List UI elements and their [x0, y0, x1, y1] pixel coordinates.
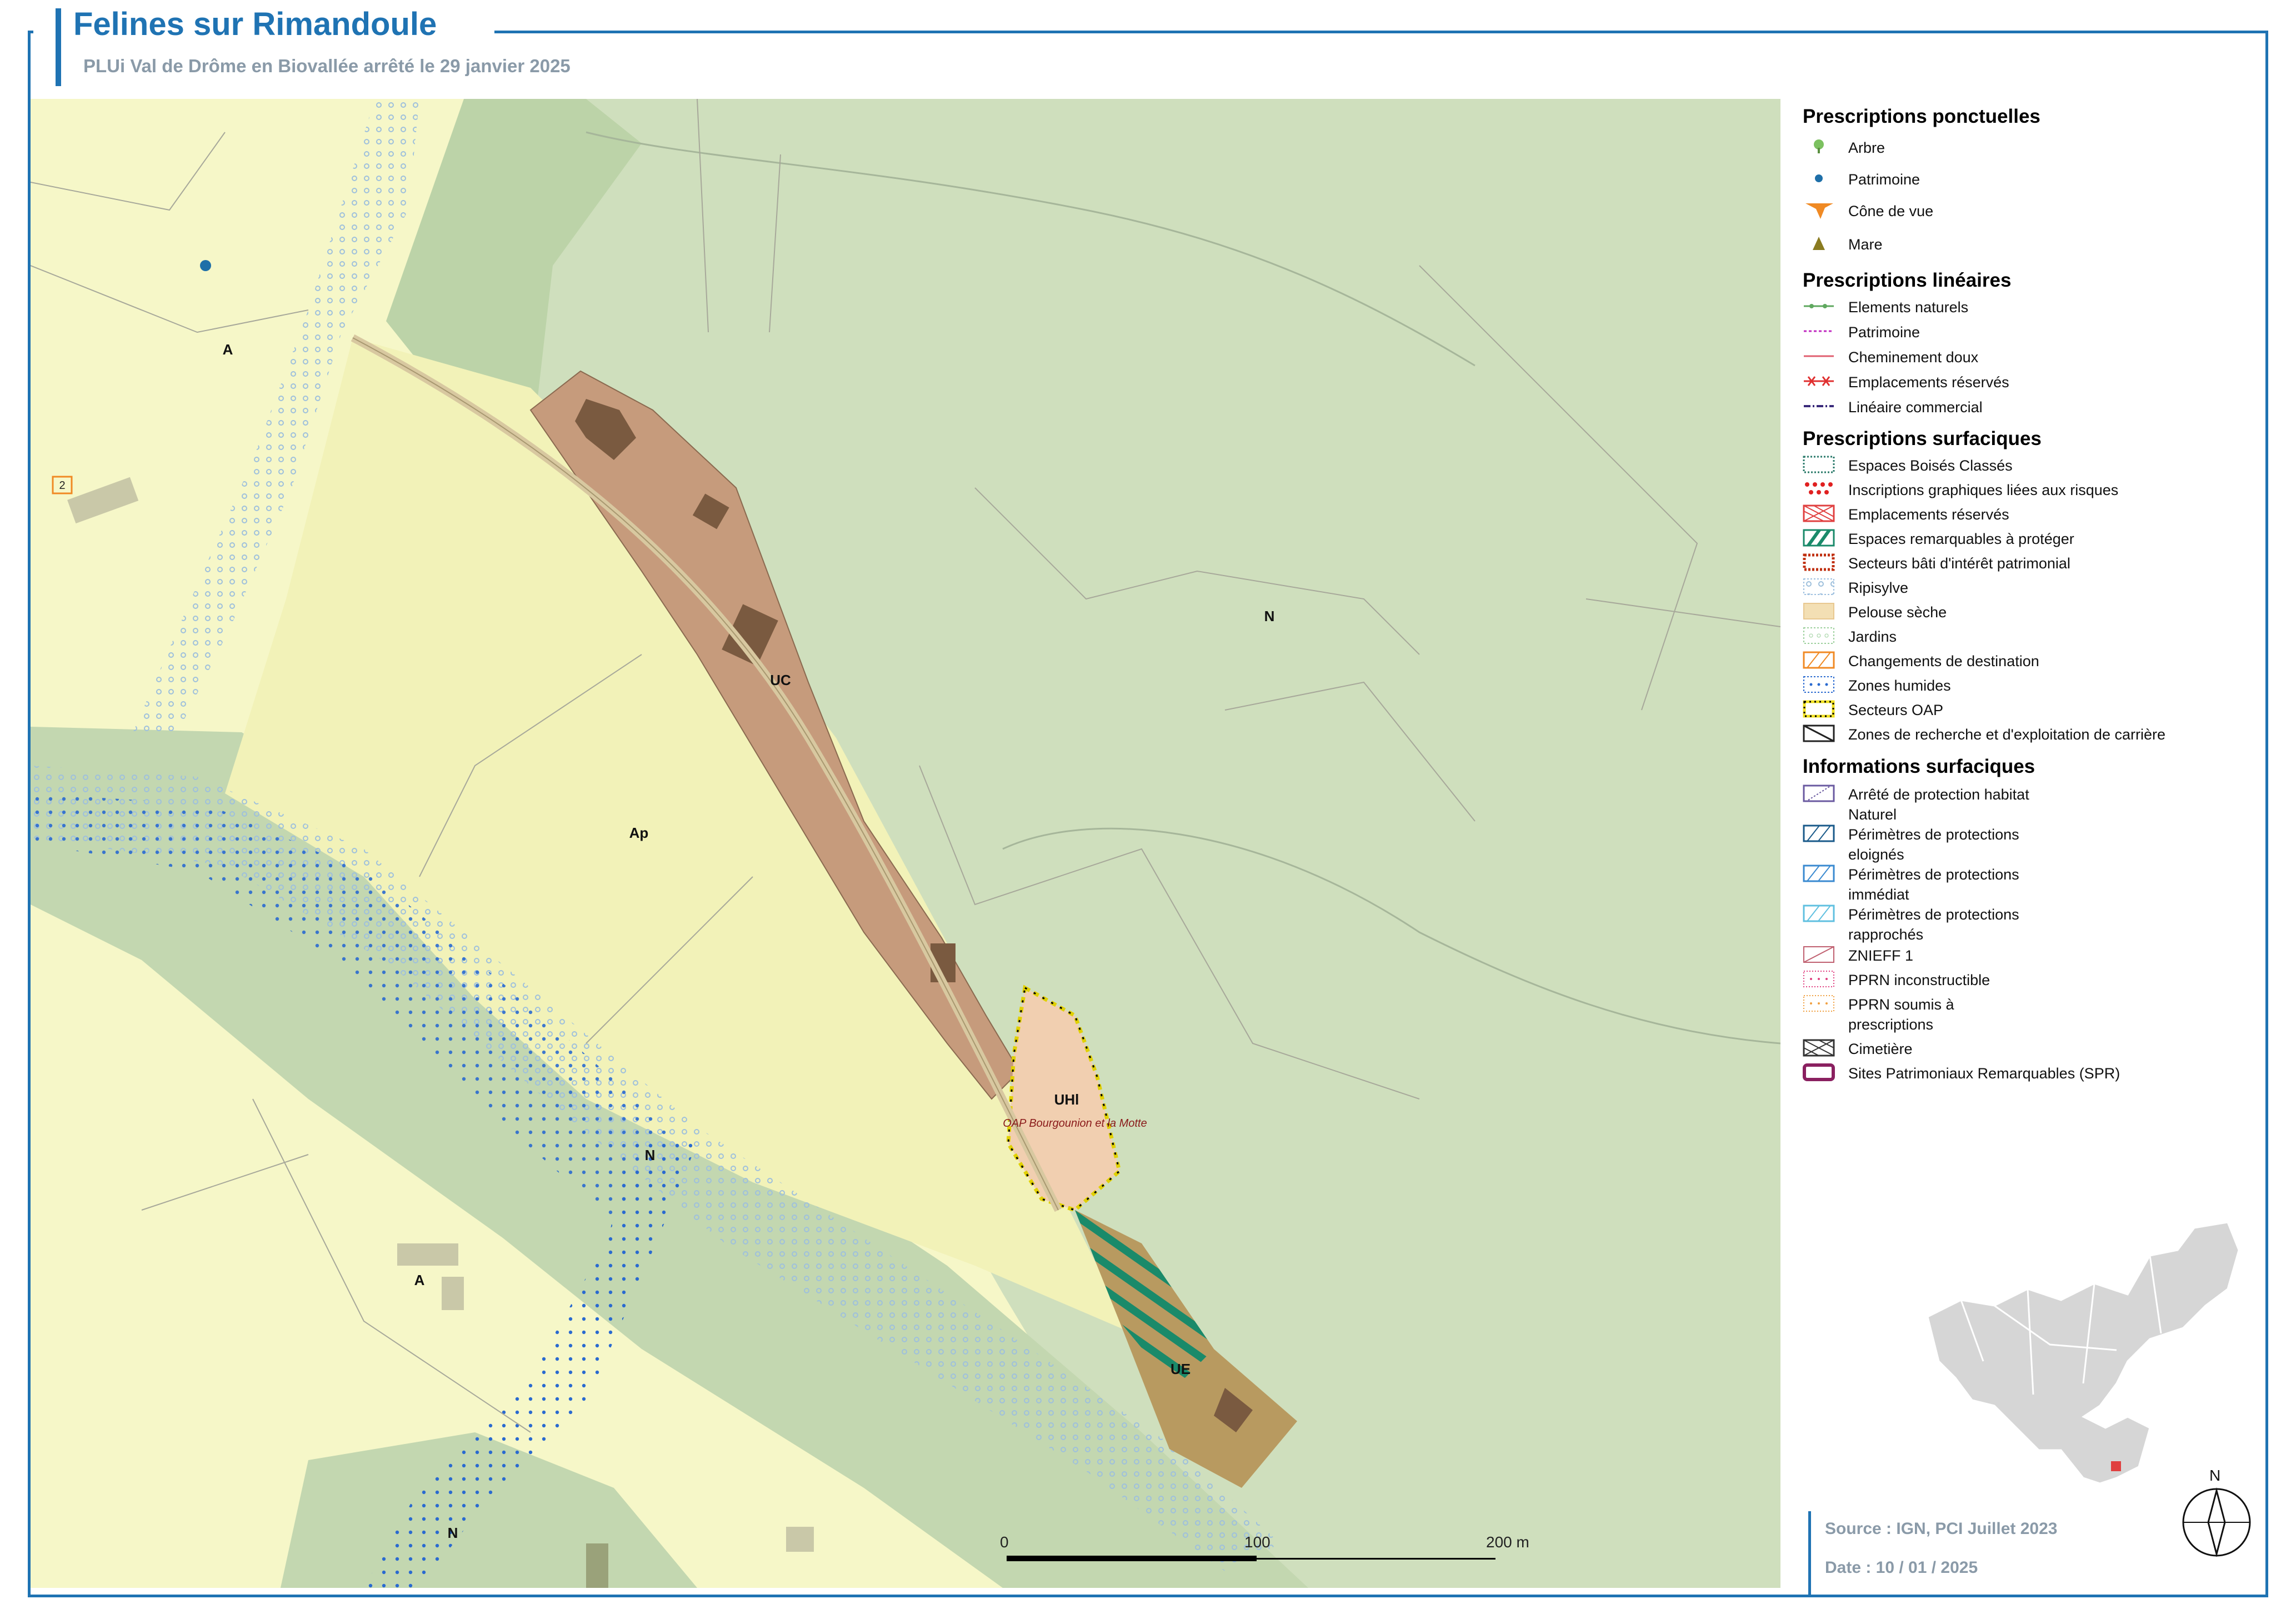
zone-label-a: A — [414, 1272, 425, 1288]
cemetery-icon — [1803, 1039, 1835, 1057]
legend-label: Zones humides — [1848, 677, 1951, 694]
zone-label-uc: UC — [770, 672, 791, 688]
line-dotted-icon — [1804, 304, 1834, 308]
legend-label: Périmètres de protections eloignés — [1848, 826, 2019, 863]
legend-section-title: Prescriptions linéaires — [1803, 269, 2012, 291]
scale-label-0: 0 — [1000, 1533, 1009, 1551]
immediate-protection-icon — [1803, 865, 1835, 882]
view-cone-icon — [1805, 203, 1833, 219]
zone-label-uhl: UHl — [1054, 1091, 1079, 1108]
zone-label-n: N — [645, 1147, 656, 1163]
zone-label-ap: Ap — [629, 825, 649, 841]
legend-label: Sites Patrimoniaux Remarquables (SPR) — [1848, 1065, 2120, 1082]
legend-label: Cône de vue — [1848, 203, 1934, 219]
legend-label: Linéaire commercial — [1848, 399, 1983, 416]
legend-label: Changements de destination — [1848, 653, 2039, 669]
pprn-prescriptions-icon — [1803, 995, 1834, 1012]
locator-minimap — [1927, 1221, 2240, 1485]
legend-section-title: Prescriptions ponctuelles — [1803, 106, 2040, 127]
legend-section-title: Informations surfaciques — [1803, 756, 2035, 777]
legend-label: Emplacements réservés — [1848, 374, 2009, 391]
legend-label: Emplacements réservés — [1848, 506, 2009, 523]
source-text: Source : IGN, PCI Juillet 2023 — [1825, 1520, 2058, 1538]
legend-label: Secteurs OAP — [1848, 702, 1944, 718]
heritage-sector-icon — [1803, 553, 1835, 571]
spr-icon — [1803, 1063, 1835, 1081]
dot-icon — [1815, 174, 1823, 182]
risk-dots-icon — [1805, 482, 1833, 494]
map-subtitle: PLUi Val de Drôme en Biovallée arrêté le… — [83, 56, 571, 76]
line-dashed-icon — [1804, 330, 1834, 332]
habitat-protection-icon — [1803, 784, 1835, 802]
legend-label: Mare — [1848, 236, 1883, 253]
map-title: Felines sur Rimandoule — [73, 6, 459, 43]
legend-label: ZNIEFF 1 — [1848, 947, 1914, 964]
far-protection-icon — [1803, 825, 1835, 842]
legend-label: PPRN soumis à prescriptions — [1848, 996, 1954, 1033]
legend: Prescriptions ponctuelles Arbre Patrimoi… — [1803, 106, 2264, 1161]
parcel-badge-text: 2 — [59, 479, 65, 492]
quarry-icon — [1803, 724, 1835, 742]
zone-label-a: A — [223, 341, 233, 358]
remarkable-hatch-icon — [1803, 529, 1835, 547]
zone-label-n: N — [1264, 608, 1275, 624]
tree-icon — [1814, 139, 1824, 153]
legend-label: Elements naturels — [1848, 299, 1969, 316]
north-label: N — [2209, 1467, 2221, 1484]
oap-label: OAP Bourgounion et la Motte — [1003, 1117, 1147, 1130]
ebc-icon — [1803, 456, 1835, 473]
zone-label-n: N — [448, 1525, 458, 1541]
gardens-icon — [1803, 627, 1834, 644]
line-cross-icon — [1804, 376, 1834, 386]
triangle-icon — [1813, 237, 1825, 250]
legend-label: Périmètres de protections immédiat — [1848, 866, 2019, 903]
date-text: Date : 10 / 01 / 2025 — [1825, 1558, 1978, 1577]
minimap-territory — [1927, 1221, 2240, 1485]
building — [586, 1543, 608, 1588]
reserved-cross-icon — [1803, 504, 1835, 522]
title-accent-bar — [56, 8, 61, 86]
map-canvas[interactable]: 2 A A Ap N N N UC UHl UE OAP Bourgounion… — [31, 99, 1780, 1588]
wetland-icon — [1803, 676, 1834, 693]
legend-label: Jardins — [1848, 628, 1897, 645]
building — [442, 1277, 464, 1310]
building — [786, 1527, 814, 1552]
scale-label-100: 100 — [1244, 1533, 1270, 1551]
legend-label: Cheminement doux — [1848, 349, 1979, 366]
line-dashdot-icon — [1804, 405, 1834, 407]
legend-label: Périmètres de protections rapprochés — [1848, 906, 2019, 943]
legend-section-title: Prescriptions surfaciques — [1803, 428, 2042, 449]
legend-label: Arrêté de protection habitat Naturel — [1848, 786, 2029, 823]
legend-label: Patrimoine — [1848, 171, 1920, 188]
legend-label: Arbre — [1848, 139, 1885, 156]
close-protection-icon — [1803, 905, 1835, 922]
legend-label: Espaces remarquables à protéger — [1848, 531, 2074, 547]
line-solid-icon — [1804, 355, 1834, 357]
legend-label: Pelouse sèche — [1848, 604, 1947, 621]
znieff-icon — [1803, 946, 1834, 963]
scale-line-light — [1257, 1558, 1495, 1560]
legend-label: Inscriptions graphiques liées aux risque… — [1848, 482, 2119, 498]
legend-label: Cimetière — [1848, 1041, 1913, 1057]
ripisylve-icon — [1803, 578, 1834, 595]
legend-label: Patrimoine — [1848, 324, 1920, 341]
building — [397, 1243, 458, 1266]
legend-label: Zones de recherche et d'exploitation de … — [1848, 726, 2165, 743]
scale-label-200: 200 m — [1486, 1533, 1529, 1551]
scale-line — [1007, 1556, 1257, 1561]
patrimoine-marker — [200, 260, 211, 271]
legend-label: Secteurs bâti d'intérêt patrimonial — [1848, 555, 2070, 572]
destination-change-icon — [1803, 651, 1835, 669]
legend-label: Espaces Boisés Classés — [1848, 457, 2013, 474]
pprn-unbuildable-icon — [1803, 971, 1834, 987]
scale-bar: 0 100 200 m — [1000, 1533, 1555, 1589]
legend-label: Ripisylve — [1848, 579, 1909, 596]
legend-label: PPRN inconstructible — [1848, 972, 1990, 988]
oap-icon — [1803, 700, 1835, 718]
dry-lawn-icon — [1803, 603, 1834, 619]
zone-label-ue: UE — [1170, 1361, 1190, 1377]
minimap-commune-highlight — [2111, 1461, 2121, 1471]
